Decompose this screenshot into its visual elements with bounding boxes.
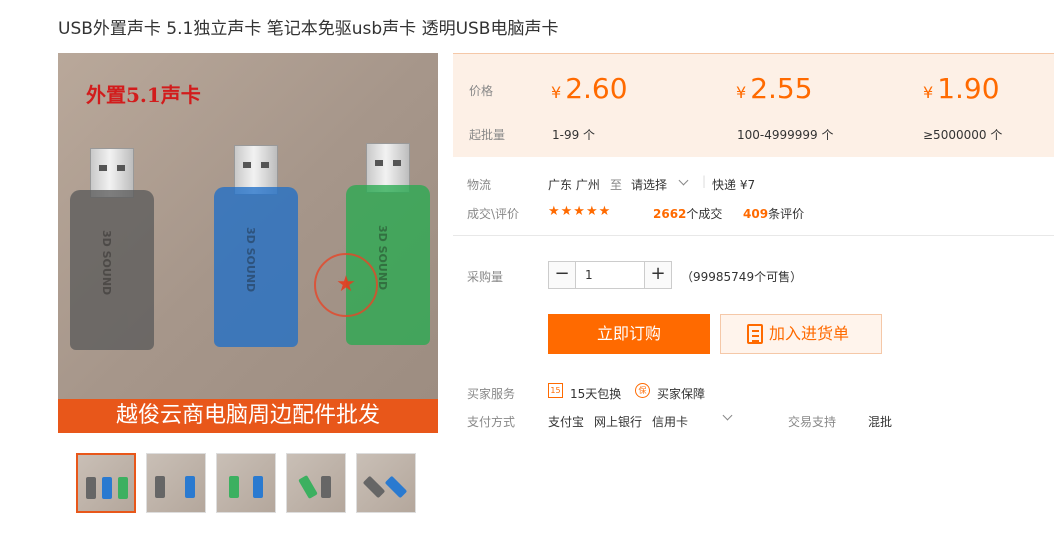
qty-tier-1: 1-99 个 [552,128,596,142]
price-tier-1: ¥2.60 [551,72,628,105]
price-label: 价格 [469,84,494,98]
thumbnail-3[interactable] [216,453,276,513]
service-exchange[interactable]: 15天包换 [570,385,621,402]
deals-label: 成交\评价 [467,207,520,221]
pay-online-bank: 网上银行 [594,415,643,429]
pay-alipay: 支付宝 [548,415,585,429]
logistics-label: 物流 [467,178,492,192]
service-protection[interactable]: 买家保障 [657,385,705,402]
chevron-down-icon[interactable] [678,175,689,186]
section-divider [453,235,1054,236]
seal-stamp-icon: ★ [314,253,378,317]
image-banner: 越俊云商电脑周边配件批发 [58,399,438,433]
trade-support-label: 交易支持 [788,415,837,429]
buy-now-button[interactable]: 立即订购 [548,314,710,354]
divider: | [702,174,707,188]
trade-support-value: 混批 [868,415,893,429]
chevron-down-icon[interactable] [722,410,733,421]
available-stock: （99985749个可售） [681,270,803,284]
buyer-protection-icon: 保 [635,383,650,398]
decrease-button[interactable]: − [549,262,575,288]
quantity-stepper: − 1 + [548,261,672,289]
quantity-input[interactable]: 1 [575,262,645,288]
thumbnail-strip [76,453,416,513]
thumbnail-1[interactable] [76,453,136,513]
qty-tier-3: ≥5000000 个 [923,128,1003,142]
thumbnail-5[interactable] [356,453,416,513]
image-overlay-text: 外置5.1声卡 [86,83,201,107]
qty-tier-2: 100-4999999 个 [737,128,834,142]
min-qty-label: 起批量 [469,128,506,142]
thumbnail-2[interactable] [146,453,206,513]
main-product-image[interactable]: 外置5.1声卡 3D SOUND 3D SOUND 3D SOUND ★ 越俊云… [58,53,438,433]
usb-sound-card-green: 3D SOUND [346,143,430,353]
price-panel: 价格 起批量 ¥2.60 1-99 个 ¥2.55 100-4999999 个 … [453,53,1054,157]
shipping-fee: 快递 ¥7 [712,178,756,192]
ship-from: 广东 广州 [548,178,600,192]
buyer-service-label: 买家服务 [467,387,516,401]
thumbnail-4[interactable] [286,453,346,513]
payment-label: 支付方式 [467,415,516,429]
deals-count[interactable]: 2662个成交 [653,205,722,222]
increase-button[interactable]: + [645,262,671,288]
price-tier-2: ¥2.55 [736,72,813,105]
rating-stars-icon: ★★★★★ [548,204,612,219]
reviews-count[interactable]: 409条评价 [743,205,804,222]
price-tier-3: ¥1.90 [923,72,1000,105]
usb-sound-card-blue: 3D SOUND [214,145,298,355]
clipboard-icon [747,324,763,344]
exchange-15-days-icon: 15 [548,383,563,398]
purchase-qty-label: 采购量 [467,270,504,284]
destination-select[interactable]: 请选择 [631,176,667,193]
pay-credit-card: 信用卡 [652,415,689,429]
add-to-cart-button[interactable]: 加入进货单 [720,314,882,354]
usb-sound-card-gray: 3D SOUND [70,148,154,358]
product-title: USB外置声卡 5.1独立声卡 笔记本免驱usb声卡 透明USB电脑声卡 [58,19,559,39]
ship-to-word: 至 [610,178,623,192]
